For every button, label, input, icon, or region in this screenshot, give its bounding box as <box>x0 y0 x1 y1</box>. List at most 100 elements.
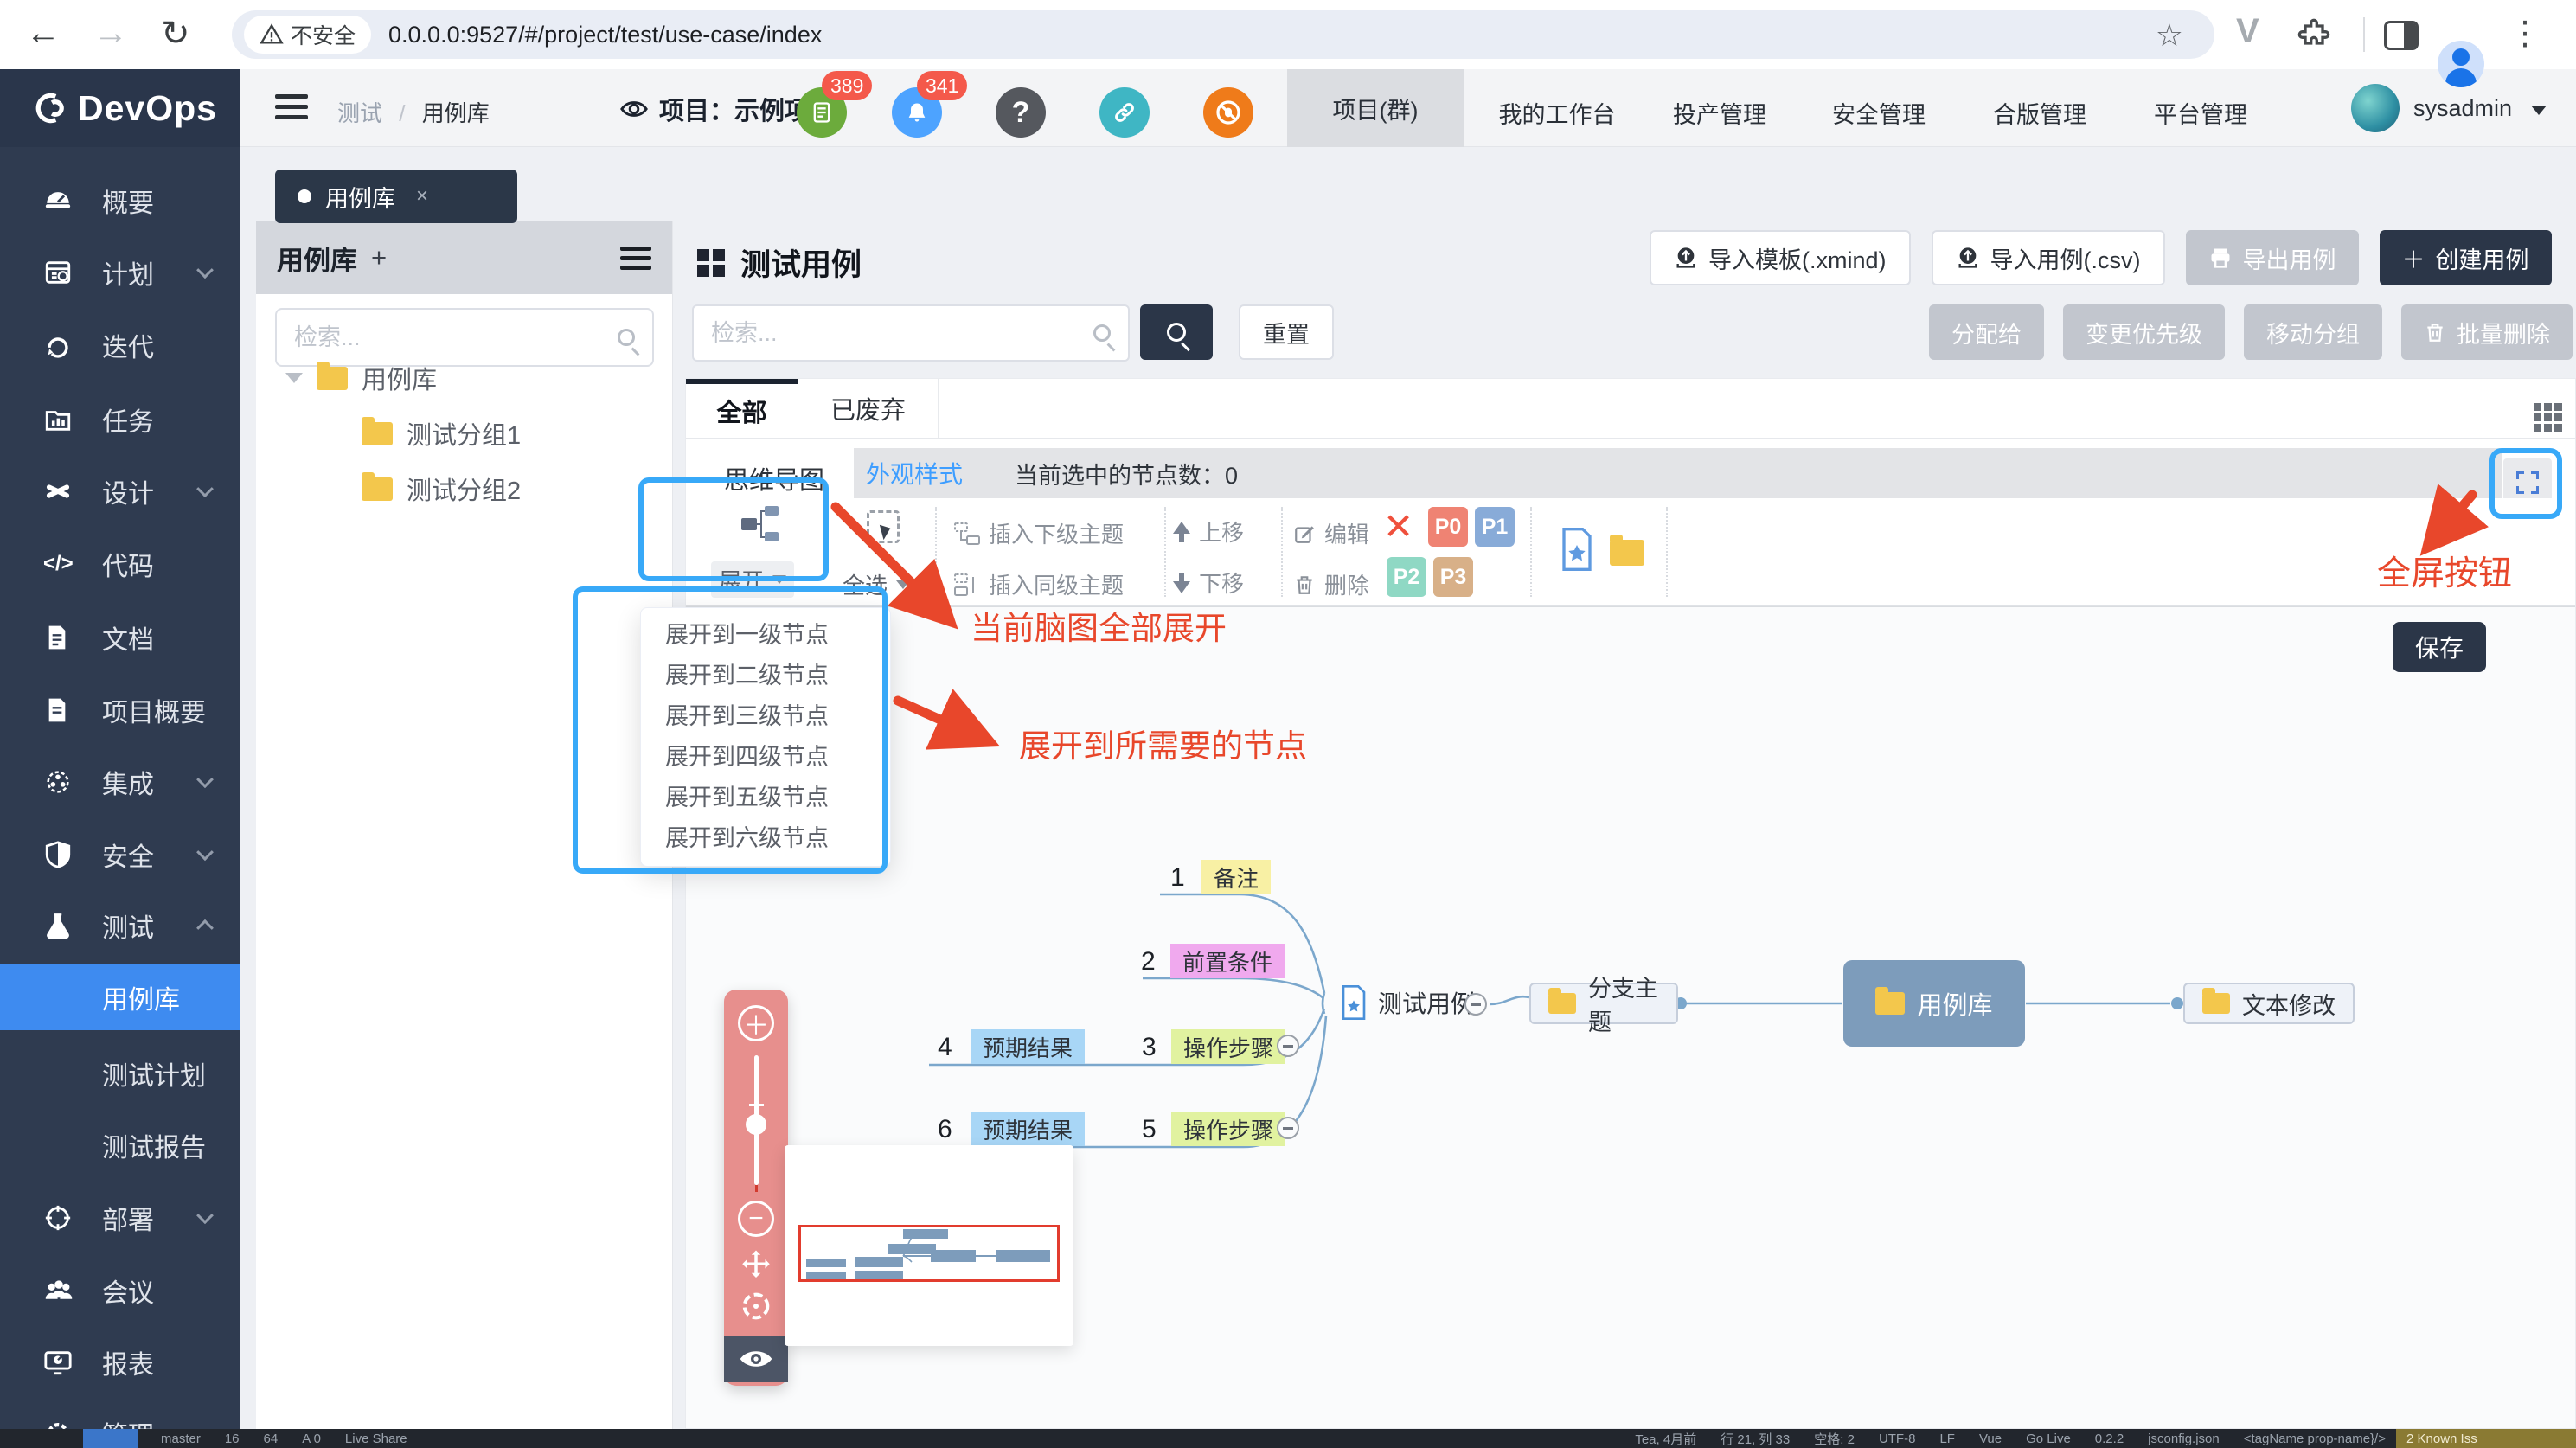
cursor-position[interactable]: 行 21, 列 33 <box>1721 1430 1790 1448</box>
sidebar-item-test-plan[interactable]: 测试计划 <box>0 1037 240 1110</box>
batch-delete-button[interactable]: 批量删除 <box>2401 304 2573 360</box>
assign-button[interactable]: 分配给 <box>1929 304 2044 360</box>
sidebar-item-reports[interactable]: 报表 <box>0 1326 240 1399</box>
add-group-button[interactable]: + <box>371 242 387 273</box>
mindmap-canvas[interactable]: 1 备注 2 前置条件 4 预期结果 3 操作步骤 6 预期结果 5 操作步骤 … <box>686 606 2575 1428</box>
edit-button[interactable]: 编辑 <box>1293 517 1369 549</box>
mindmap-node-branch[interactable]: 分支主题 <box>1529 983 1678 1024</box>
eol[interactable]: LF <box>1939 1432 1955 1446</box>
insert-child-button[interactable]: 插入下级主题 <box>954 517 1124 549</box>
browser-menu-icon[interactable]: ⋮ <box>2509 14 2541 53</box>
mindmap-node-test-case[interactable]: 测试用例 <box>1340 984 1475 1021</box>
url-bar[interactable]: 不安全 0.0.0.0:9527/#/project/test/use-case… <box>232 10 2214 59</box>
move-up-button[interactable]: 上移 <box>1173 516 1244 548</box>
zoom-in-icon[interactable]: ＋ <box>738 1005 774 1041</box>
nav-item-version-mgmt[interactable]: 合版管理 <box>1993 96 2086 130</box>
browser-reload-icon[interactable]: ↻ <box>161 14 190 54</box>
collapse-handle-icon[interactable] <box>1277 1117 1299 1139</box>
browser-back-icon[interactable]: ← <box>26 14 61 53</box>
sidebar-item-test[interactable]: 测试 <box>0 889 240 962</box>
delete-button[interactable]: 删除 <box>1293 568 1369 600</box>
vue-devtools-icon[interactable]: V <box>2236 12 2259 51</box>
status-warnings[interactable]: 64 <box>264 1432 279 1446</box>
tree-search-field[interactable] <box>275 308 654 367</box>
tab-discarded[interactable]: 已废弃 <box>798 379 939 438</box>
sidebar-item-iteration[interactable]: 迭代 <box>0 309 240 381</box>
search-button[interactable] <box>1140 304 1213 360</box>
menu-item-expand-level-1[interactable]: 展开到一级节点 <box>641 615 890 656</box>
sidebar-item-test-report[interactable]: 测试报告 <box>0 1109 240 1182</box>
jsconfig[interactable]: jsconfig.json <box>2148 1432 2220 1446</box>
username[interactable]: sysadmin <box>2413 95 2512 122</box>
sidebar-item-meetings[interactable]: 会议 <box>0 1254 240 1327</box>
sidebar-item-docs[interactable]: 文档 <box>0 601 240 674</box>
mindmap-node-step[interactable]: 操作步骤 <box>1171 1112 1285 1146</box>
zoom-slider-thumb[interactable] <box>746 1114 766 1135</box>
mindmap-view-label[interactable]: 思维导图 <box>724 460 824 497</box>
priority-p1-button[interactable]: P1 <box>1475 507 1515 547</box>
move-group-button[interactable]: 移动分组 <box>2244 304 2382 360</box>
minimap-popup[interactable] <box>785 1145 1073 1346</box>
security-chip[interactable]: 不安全 <box>244 16 371 54</box>
collapse-handle-icon[interactable] <box>1464 993 1487 1016</box>
export-button[interactable]: 导出用例 <box>2186 230 2359 285</box>
tree-menu-icon[interactable] <box>620 247 651 270</box>
marquee-select-icon[interactable] <box>867 510 900 543</box>
user-caret-icon[interactable] <box>2531 106 2547 115</box>
view-grid-icon[interactable] <box>2534 403 2562 432</box>
known-issues-segment[interactable]: 2 Known Iss <box>2396 1429 2576 1448</box>
sidebar-item-security[interactable]: 安全 <box>0 818 240 891</box>
bookmark-star-icon[interactable]: ☆ <box>2156 17 2183 54</box>
menu-item-expand-level-5[interactable]: 展开到五级节点 <box>641 778 890 818</box>
link-icon[interactable] <box>1099 87 1150 138</box>
canvas-zoom-controls[interactable]: ＋ − <box>724 990 788 1386</box>
sidebar-item-use-case-library[interactable]: 用例库 <box>0 964 240 1030</box>
move-down-button[interactable]: 下移 <box>1173 567 1244 599</box>
expand-caret-icon[interactable] <box>285 373 303 383</box>
encoding[interactable]: UTF-8 <box>1879 1432 1916 1446</box>
menu-item-expand-level-3[interactable]: 展开到三级节点 <box>641 696 890 737</box>
insert-sibling-button[interactable]: 插入同级主题 <box>954 568 1124 600</box>
zoom-slider[interactable] <box>754 1055 759 1185</box>
mindmap-structure-icon[interactable] <box>740 505 780 543</box>
tree-node-group2[interactable]: 测试分组2 <box>362 471 521 507</box>
tree-node-group1[interactable]: 测试分组1 <box>362 415 521 452</box>
blame-info[interactable]: Tea, 4月前 <box>1635 1430 1696 1448</box>
nav-item-release[interactable]: 投产管理 <box>1673 96 1766 130</box>
mindmap-node-expected-result[interactable]: 预期结果 <box>971 1029 1085 1064</box>
browser-forward-icon[interactable]: → <box>93 14 128 53</box>
sidebar-item-project-overview[interactable]: 项目概要 <box>0 674 240 746</box>
import-xmind-button[interactable]: 导入模板(.xmind) <box>1650 230 1911 285</box>
nav-item-projects[interactable]: 项目(群) <box>1287 69 1464 147</box>
group-folder-icon[interactable] <box>1610 540 1644 566</box>
clear-priority-icon[interactable]: ✕ <box>1383 509 1413 545</box>
priority-p3-button[interactable]: P3 <box>1433 557 1473 597</box>
sidebar-item-deploy[interactable]: 部署 <box>0 1182 240 1254</box>
case-search-field[interactable] <box>692 304 1130 362</box>
expand-dropdown-button[interactable]: 展开 <box>711 561 794 598</box>
sidebar-item-integration[interactable]: 集成 <box>0 746 240 818</box>
mindmap-node-precondition[interactable]: 前置条件 <box>1170 944 1285 978</box>
live-share[interactable]: Live Share <box>345 1432 407 1446</box>
browser-profile-avatar[interactable] <box>2438 41 2484 87</box>
sidebar-item-design[interactable]: 设计 <box>0 455 240 528</box>
mindmap-node-step[interactable]: 操作步骤 <box>1171 1029 1285 1064</box>
sidebar-item-plan[interactable]: 计划 <box>0 236 240 309</box>
change-priority-button[interactable]: 变更优先级 <box>2063 304 2225 360</box>
mindmap-node-note[interactable]: 备注 <box>1201 860 1271 894</box>
url-text[interactable]: 0.0.0.0:9527/#/project/test/use-case/ind… <box>388 22 822 48</box>
remote-indicator[interactable] <box>83 1429 138 1448</box>
menu-item-expand-level-2[interactable]: 展开到二级节点 <box>641 656 890 696</box>
breadcrumb-section[interactable]: 测试 <box>337 100 382 126</box>
reset-button[interactable]: 重置 <box>1239 304 1334 360</box>
mindmap-node-library[interactable]: 用例库 <box>1843 960 2025 1047</box>
center-target-icon[interactable] <box>739 1289 773 1323</box>
minimap-toggle[interactable] <box>724 1336 788 1382</box>
mindmap-node-expected-result[interactable]: 预期结果 <box>971 1112 1085 1146</box>
side-panel-icon[interactable] <box>2384 21 2419 50</box>
no-debug-icon[interactable] <box>1203 87 1253 138</box>
zoom-out-icon[interactable]: − <box>738 1201 774 1237</box>
case-template-icon[interactable] <box>1560 528 1594 571</box>
case-search-input[interactable] <box>711 320 1093 347</box>
nav-item-workbench[interactable]: 我的工作台 <box>1499 96 1616 130</box>
